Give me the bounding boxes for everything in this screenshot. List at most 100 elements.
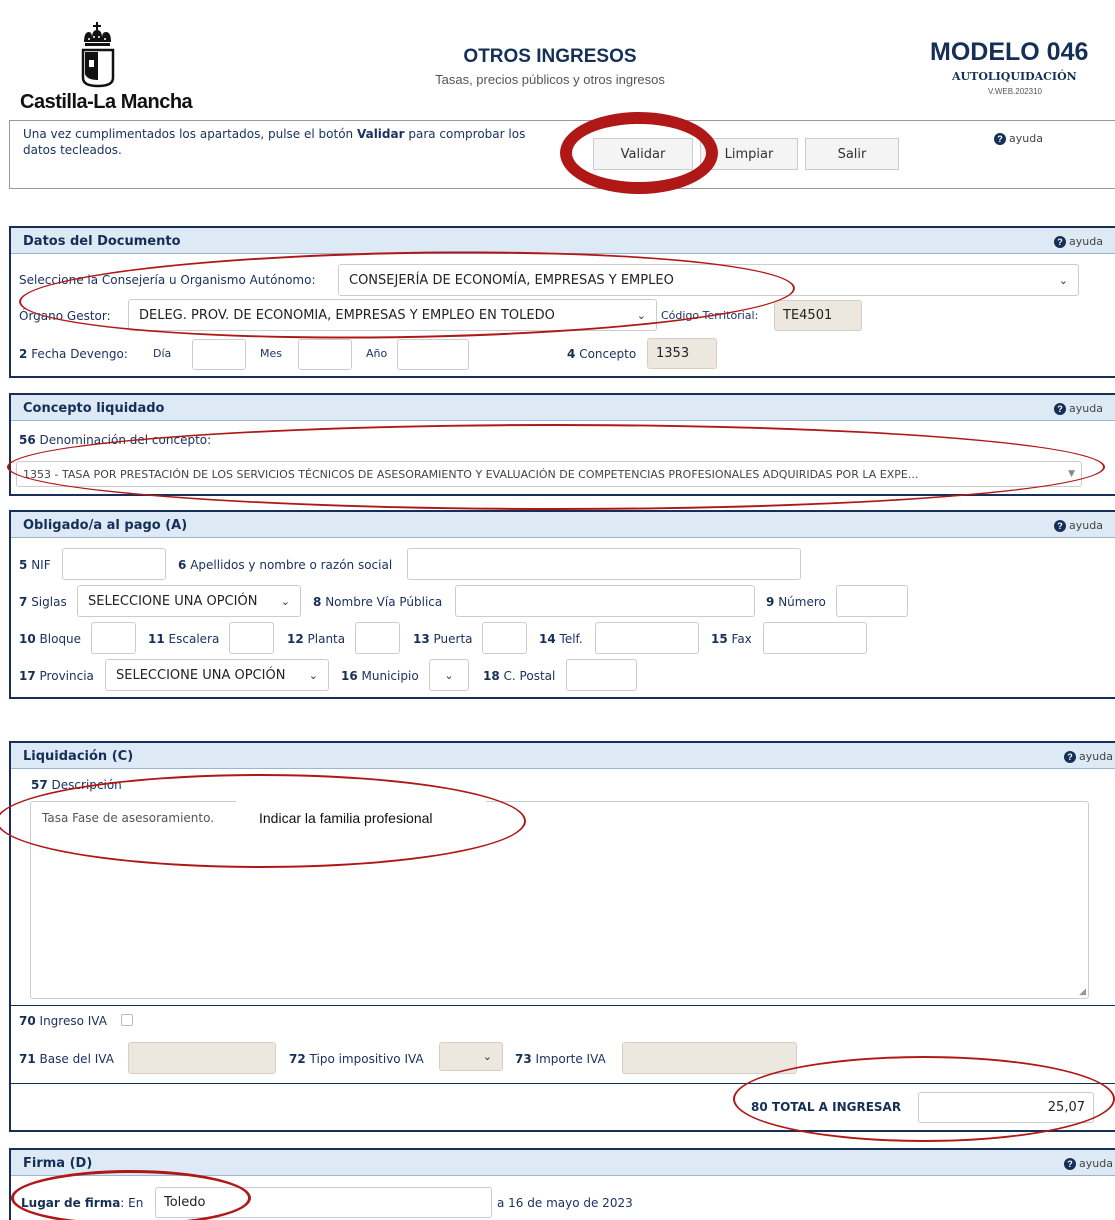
planta-num: 12 [287,632,304,646]
cpostal-input[interactable] [566,659,637,691]
page-subtitle: Tasas, precios públicos y otros ingresos [435,72,665,87]
puerta-input[interactable] [482,622,527,654]
tipo-text: Tipo impositivo IVA [309,1052,424,1066]
logo [79,20,119,92]
descripcion-value: Tasa Fase de asesoramiento. [42,811,215,825]
iva-label: 70 Ingreso IVA [19,1014,107,1028]
cpostal-num: 18 [483,669,500,683]
tipo-num: 72 [289,1052,306,1066]
organo-value: DELEG. PROV. DE ECONOMIA, EMPRESAS Y EMP… [139,307,555,323]
siglas-label: 7 Siglas [19,595,67,609]
modelo-title: MODELO 046 [930,38,1089,66]
via-input[interactable] [455,585,755,617]
fecha-label: 2 Fecha Devengo: [19,347,128,361]
help-link[interactable]: ? ayuda [1054,235,1103,248]
help-icon: ? [1064,1157,1077,1170]
descripcion-label: 57 Descripción [31,778,122,792]
mes-input[interactable] [298,339,352,370]
apellidos-label: 6 Apellidos y nombre o razón social [178,558,392,572]
help-icon: ? [1054,519,1067,532]
dia-input[interactable] [192,339,246,370]
salir-button[interactable]: Salir [805,138,899,170]
chevron-down-icon: ⌄ [482,1050,492,1063]
telf-num: 14 [539,632,556,646]
bloque-input[interactable] [91,622,136,654]
consejeria-label: Seleccione la Consejería u Organismo Aut… [19,273,316,287]
organo-select[interactable]: DELEG. PROV. DE ECONOMIA, EMPRESAS Y EMP… [128,299,657,331]
denominacion-num: 56 [19,433,36,447]
chevron-down-icon: ⌄ [636,308,646,322]
via-num: 8 [313,595,322,609]
help-link[interactable]: ? ayuda [1064,1157,1113,1170]
mes-label: Mes [260,347,282,360]
divider [9,1083,1115,1084]
tipo-select[interactable]: ⌄ [439,1042,503,1071]
descripcion-num: 57 [31,778,48,792]
section-title: Liquidación (C) [23,749,134,764]
descripcion-textarea[interactable]: Tasa Fase de asesoramiento. ◢ [30,801,1089,999]
iva-checkbox[interactable] [121,1014,133,1026]
help-label: ayuda [1069,235,1103,248]
total-value: 25,07 [1047,1100,1085,1115]
intro-text-a: Una vez cumplimentados los apartados, pu… [23,127,357,141]
apellidos-text: Apellidos y nombre o razón social [190,558,393,572]
provincia-text: Provincia [39,669,94,683]
lugar-value: Toledo [164,1195,206,1210]
fax-text: Fax [731,632,752,646]
chevron-down-icon: ⌄ [444,668,454,682]
planta-input[interactable] [355,622,400,654]
anio-input[interactable] [397,339,469,370]
section-header: Obligado/a al pago (A) ? ayuda [11,512,1115,538]
fax-num: 15 [711,632,728,646]
limpiar-button[interactable]: Limpiar [700,138,798,170]
concepto-label: 4 Concepto [567,347,636,361]
nif-input[interactable] [62,548,166,580]
consejeria-select[interactable]: CONSEJERÍA DE ECONOMÍA, EMPRESAS Y EMPLE… [338,264,1079,296]
intro-help-link[interactable]: ? ayuda [994,132,1043,145]
fecha-num: 2 [19,347,28,361]
siglas-text: Siglas [31,595,67,609]
numero-input[interactable] [836,585,908,617]
concepto-text: Concepto [579,347,637,361]
help-link[interactable]: ? ayuda [1054,519,1103,532]
siglas-select[interactable]: SELECCIONE UNA OPCIÓN ⌄ [77,585,301,617]
help-label: ayuda [1079,1157,1113,1170]
validar-button[interactable]: Validar [593,138,693,170]
total-label: 80 TOTAL A INGRESAR [751,1100,901,1114]
telf-label: 14 Telf. [539,632,583,646]
chevron-down-icon: ▼ [1068,469,1075,479]
dia-label: Día [153,347,172,360]
provincia-select[interactable]: SELECCIONE UNA OPCIÓN ⌄ [105,659,329,691]
escalera-label: 11 Escalera [148,632,219,646]
crown-logo-icon [81,22,115,88]
numero-label: 9 Número [766,595,826,609]
telf-input[interactable] [595,622,699,654]
siglas-value: SELECCIONE UNA OPCIÓN [88,593,258,609]
apellidos-input[interactable] [407,548,801,580]
lugar-input[interactable]: Toledo [155,1187,492,1218]
annotation-text: Indicar la familia profesional [259,810,433,826]
municipio-select[interactable]: ⌄ [429,659,469,691]
escalera-num: 11 [148,632,165,646]
denominacion-select[interactable]: 1353 - TASA POR PRESTACIÓN DE LOS SERVIC… [16,461,1082,487]
intro-box: Una vez cumplimentados los apartados, pu… [9,120,1115,189]
help-label: ayuda [1069,519,1103,532]
iva-text: Ingreso IVA [39,1014,107,1028]
help-link[interactable]: ? ayuda [1064,750,1113,763]
apellidos-num: 6 [178,558,187,572]
help-icon: ? [1054,235,1067,248]
section-title: Firma (D) [23,1156,93,1171]
organo-label: Órgano Gestor: [19,309,111,323]
consejeria-value: CONSEJERÍA DE ECONOMÍA, EMPRESAS Y EMPLE… [349,272,674,288]
bloque-num: 10 [19,632,36,646]
annotation-mask [236,797,486,809]
planta-label: 12 Planta [287,632,345,646]
section-title: Obligado/a al pago (A) [23,518,188,533]
base-label: 71 Base del IVA [19,1052,114,1066]
fax-input[interactable] [763,622,867,654]
escalera-input[interactable] [229,622,274,654]
fecha-firma: a 16 de mayo de 2023 [497,1196,633,1210]
resize-handle-icon[interactable]: ◢ [1079,987,1086,997]
tipo-label: 72 Tipo impositivo IVA [289,1052,424,1066]
help-link[interactable]: ? ayuda [1054,402,1103,415]
